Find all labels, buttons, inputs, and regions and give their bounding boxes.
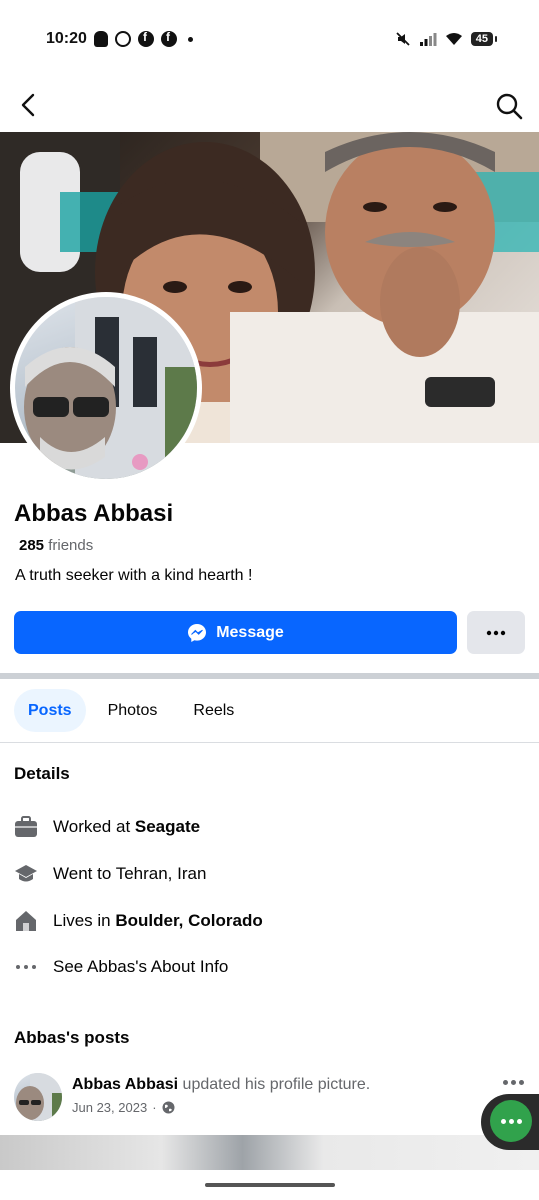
detail-work-text: Worked at Seagate [53,817,201,836]
detail-education[interactable]: Went to Tehran, Iran [14,862,206,886]
fab-dot [516,1118,522,1124]
back-arrow-icon [21,93,35,117]
post-more-dot [511,1080,516,1085]
profile-avatar-image [15,297,197,479]
status-time: 10:20 [46,30,87,47]
post-author-name[interactable]: Abbas Abbasi [72,1076,178,1093]
profile-bio: A truth seeker with a kind hearth ! [15,567,253,584]
section-divider [0,673,539,679]
lives-place: Boulder, Colorado [115,911,263,930]
message-button-label: Message [216,623,284,641]
back-button[interactable] [14,90,44,120]
battery-icon: 45 [470,32,498,46]
more-options-button[interactable] [467,611,525,654]
more-notifications-icon [188,36,193,42]
profile-tabs: Posts Photos Reels [14,689,248,732]
more-dots-icon [486,630,506,635]
facebook-icon [161,30,177,47]
tab-photos[interactable]: Photos [94,689,172,732]
meta-separator: · [152,1100,157,1115]
messenger-icon [188,623,207,642]
message-button[interactable]: Message [14,611,457,654]
tab-posts[interactable]: Posts [14,689,86,732]
home-indicator[interactable] [205,1183,335,1187]
more-dots-icon [14,955,38,979]
about-info-text: See Abbas's About Info [53,957,229,976]
post-action-text: updated his profile picture. [178,1076,371,1093]
wifi-icon [445,33,462,45]
top-nav [0,72,539,132]
fab-dot [500,1118,506,1124]
post-header: Abbas Abbasi updated his profile picture… [72,1076,370,1094]
post-author-avatar[interactable] [14,1073,62,1121]
snapchat-icon [94,31,108,47]
detail-work[interactable]: Worked at Seagate [14,815,200,839]
search-button[interactable] [495,92,523,120]
home-icon [14,909,38,933]
post-more-dot [519,1080,524,1085]
status-bar: 10:20 45 [0,0,539,72]
notification-icons [94,30,193,47]
facebook-icon [138,30,154,47]
detail-lives-text: Lives in Boulder, Colorado [53,911,263,930]
floating-chat-button[interactable] [490,1100,532,1142]
tabs-divider [0,742,539,743]
tab-reels[interactable]: Reels [179,689,248,732]
profile-name: Abbas Abbasi [14,500,174,527]
friends-count: 285 [19,537,45,554]
search-icon [496,93,523,120]
graduation-cap-icon [14,862,38,886]
post-image[interactable] [0,1135,539,1170]
briefcase-icon [14,815,38,839]
post-date[interactable]: Jun 23, 2023 [72,1100,147,1115]
about-info-link[interactable]: See Abbas's About Info [14,955,228,979]
signal-icon [419,33,437,46]
system-icons: 45 [395,31,498,47]
whatsapp-icon [115,31,131,47]
detail-lives[interactable]: Lives in Boulder, Colorado [14,909,263,933]
mute-icon [396,32,410,46]
friends-count-link[interactable]: 285 friends [19,537,93,554]
globe-icon [162,1101,175,1114]
posts-title: Abbas's posts [14,1028,130,1047]
fab-dot [508,1118,514,1124]
friends-label: friends [48,537,94,554]
post-meta: Jun 23, 2023 · [72,1100,175,1115]
post-more-button[interactable] [503,1080,524,1085]
details-title: Details [14,764,70,783]
post-more-dot [503,1080,508,1085]
detail-education-text: Went to Tehran, Iran [53,864,207,883]
work-place: Seagate [134,817,201,836]
profile-avatar[interactable] [10,292,202,484]
